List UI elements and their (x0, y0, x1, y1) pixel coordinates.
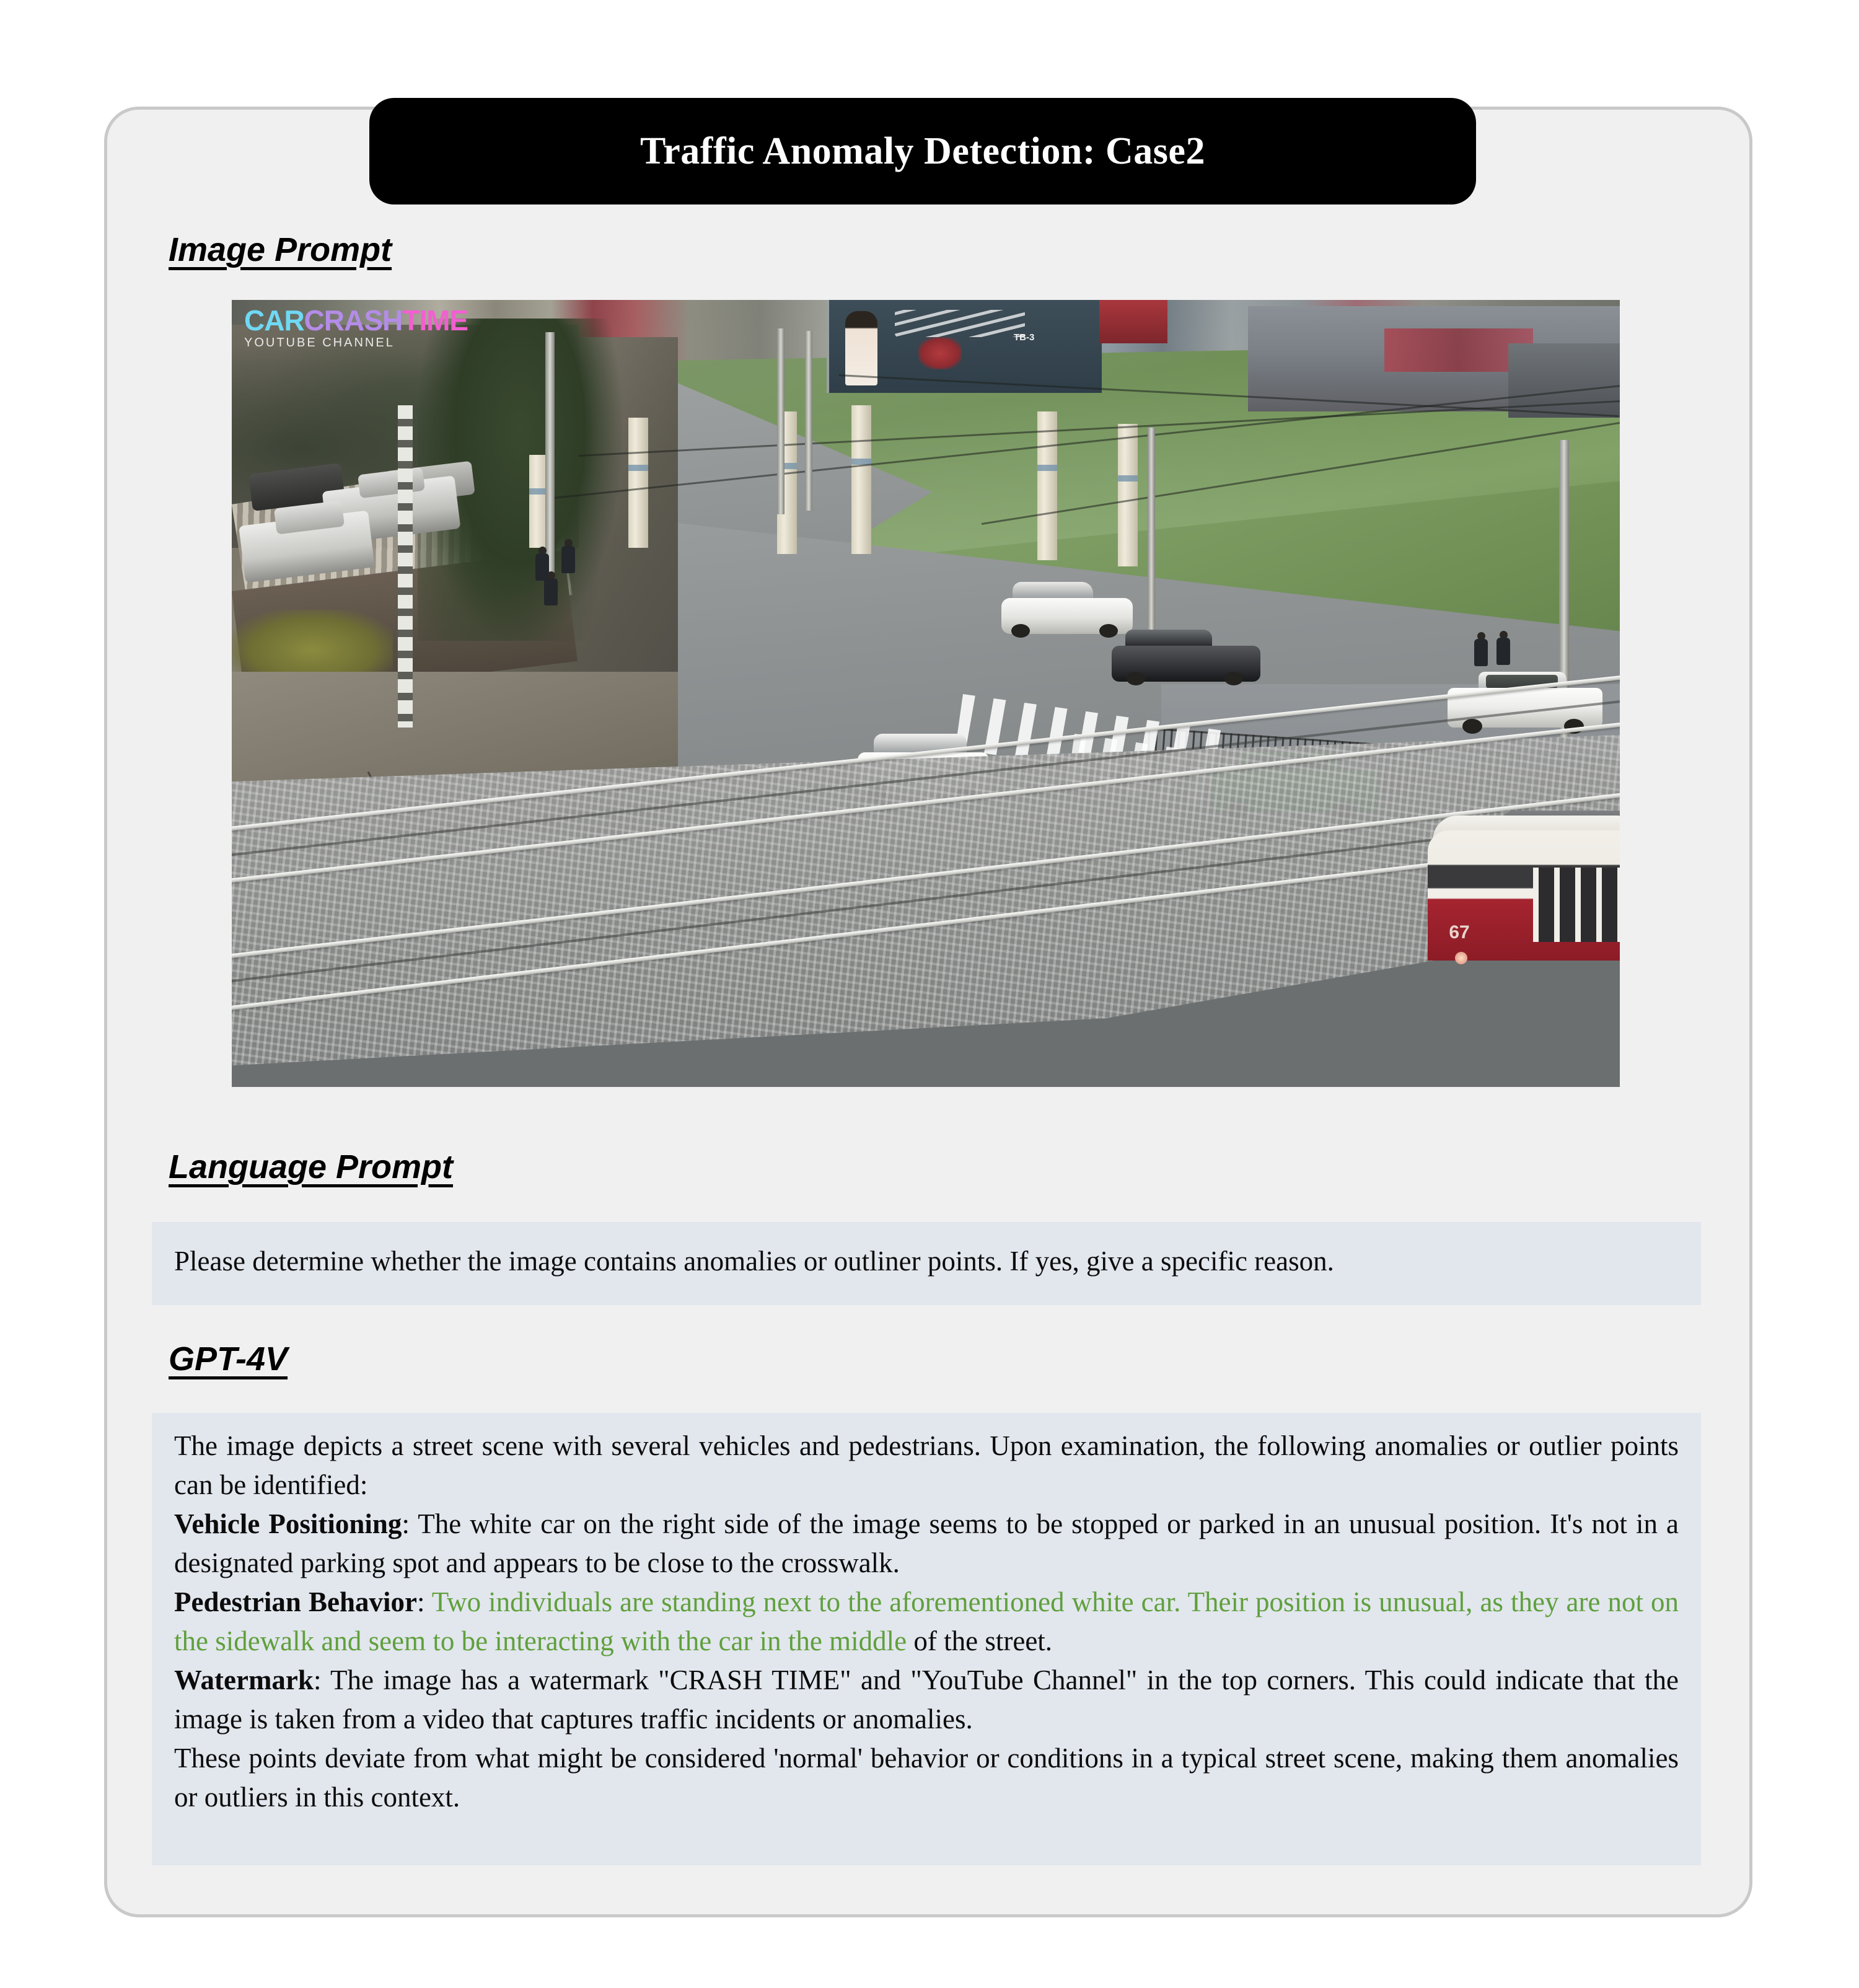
item-label: Pedestrian Behavior (174, 1586, 417, 1617)
pedestrian (543, 571, 559, 607)
item-text: The image has a watermark "CRASH TIME" a… (174, 1665, 1679, 1735)
item-separator: : (417, 1586, 432, 1617)
watermark-part-time: TIME (402, 304, 468, 336)
language-prompt-text: Please determine whether the image conta… (174, 1246, 1334, 1277)
pedestrian-next-to-white-car (1495, 631, 1512, 673)
pedestrian-next-to-white-car (1472, 632, 1490, 673)
cobblestone-tram-bed (232, 734, 1620, 1067)
concrete-pillar (1118, 424, 1138, 566)
item-label: Watermark (174, 1665, 314, 1696)
pedestrian-body (544, 578, 558, 605)
model-name-heading: GPT-4V (169, 1340, 288, 1378)
watermark-subtitle: YOUTUBE CHANNEL (244, 336, 395, 350)
video-watermark: CARCRASHTIME YOUTUBE CHANNEL (244, 306, 535, 356)
billboard-channel-text: TB-3 (1014, 332, 1035, 343)
item-separator: : (402, 1508, 418, 1539)
utility-pole (398, 405, 413, 728)
response-outro: These points deviate from what might be … (174, 1743, 1679, 1813)
response-item-pedestrian-behavior: Pedestrian Behavior: Two individuals are… (174, 1583, 1679, 1661)
utility-pole (805, 331, 812, 511)
item-label: Vehicle Positioning (174, 1508, 402, 1539)
title-bar: Traffic Anomaly Detection: Case2 (369, 98, 1476, 205)
response-item-vehicle-positioning: Vehicle Positioning: The white car on th… (174, 1505, 1679, 1583)
item-separator: : (313, 1665, 331, 1696)
language-prompt-box: Please determine whether the image conta… (152, 1222, 1701, 1305)
vehicle-wheel (1127, 672, 1145, 685)
watermark-part-car: CAR (244, 304, 305, 336)
vehicle-wheel (1462, 719, 1482, 734)
language-prompt-heading: Language Prompt (169, 1148, 454, 1185)
watermark-part-crash: CRASH (304, 304, 403, 336)
white-suv (1001, 582, 1133, 638)
tram: 67 (1428, 808, 1620, 964)
billboard-script-text (895, 310, 1025, 337)
utility-pole (777, 328, 784, 514)
pedestrian-body (1474, 639, 1488, 666)
item-text-tail: of the street. (907, 1625, 1053, 1656)
concrete-pillar (851, 405, 871, 554)
vehicle-wheel (1011, 624, 1030, 638)
billboard-red-panel (1099, 300, 1167, 343)
vehicle-wheel (1224, 672, 1243, 685)
tram-route-number: 67 (1449, 922, 1470, 943)
response-item-watermark: Watermark: The image has a watermark "CR… (174, 1661, 1679, 1739)
response-intro: The image depicts a street scene with se… (174, 1430, 1679, 1500)
pedestrian-body (561, 546, 575, 573)
model-response-box: The image depicts a street scene with se… (152, 1413, 1701, 1865)
concrete-pillar (1037, 411, 1057, 560)
tram-headlight (1455, 952, 1467, 964)
image-prompt-photo: TB-3 67 CARCRASHTIME YOUTUBE CHANNEL (232, 300, 1620, 1087)
watermark-title: CARCRASHTIME (244, 306, 535, 335)
utility-pole (1148, 428, 1155, 632)
billboard-rose (918, 337, 962, 369)
pedestrian-body (1496, 638, 1510, 665)
page-title: Traffic Anomaly Detection: Case2 (640, 130, 1205, 172)
billboard-channel-label: TB-3 (1014, 332, 1048, 345)
dark-sedan (1112, 628, 1260, 685)
pedestrian (560, 539, 576, 576)
tram-windows (1533, 868, 1620, 942)
image-prompt-heading: Image Prompt (169, 231, 392, 268)
concrete-pillar (628, 418, 648, 548)
